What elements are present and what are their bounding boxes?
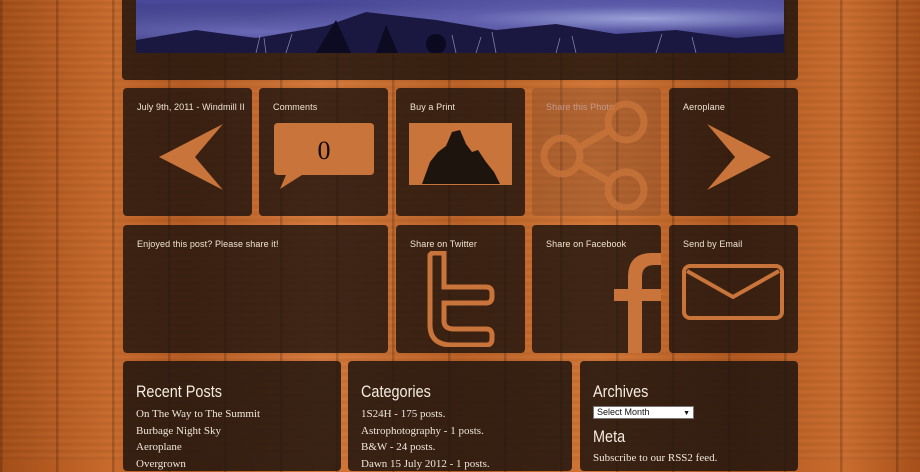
category-link[interactable]: Dawn 15 July 2012 - 1 posts. <box>361 456 490 472</box>
categories-widget: Categories 1S24H - 175 posts. Astrophoto… <box>348 361 572 471</box>
facebook-icon <box>608 247 661 353</box>
recent-posts-list: On The Way to The Summit Burbage Night S… <box>136 406 260 472</box>
share-prompt-tile: Enjoyed this post? Please share it! <box>123 225 388 353</box>
comment-count: 0 <box>273 136 375 166</box>
recent-posts-title: Recent Posts <box>136 382 222 402</box>
meta-list: Subscribe to our RSS2 feed. <box>593 450 717 467</box>
buy-print-label[interactable]: Buy a Print <box>410 102 455 112</box>
category-link[interactable]: 1S24H - 175 posts. <box>361 406 490 423</box>
main-photo <box>136 0 784 53</box>
print-icon <box>408 122 513 186</box>
facebook-tile[interactable]: Share on Facebook <box>532 225 661 353</box>
share-prompt-label: Enjoyed this post? Please share it! <box>137 239 279 249</box>
chevron-down-icon: ▼ <box>683 408 690 419</box>
archives-select-value: Select Month <box>597 407 650 417</box>
next-post-tile[interactable]: Aeroplane <box>669 88 798 216</box>
email-label[interactable]: Send by Email <box>683 239 742 249</box>
envelope-icon <box>681 263 785 321</box>
comments-label[interactable]: Comments <box>273 102 317 112</box>
prev-post-label[interactable]: July 9th, 2011 - Windmill II <box>137 102 245 112</box>
recent-post-link[interactable]: On The Way to The Summit <box>136 406 260 423</box>
category-link[interactable]: Astrophotography - 1 posts. <box>361 423 490 440</box>
arrow-right-icon <box>703 122 773 192</box>
next-post-label[interactable]: Aeroplane <box>683 102 725 112</box>
share-photo-tile[interactable]: Share this Photo <box>532 88 661 216</box>
buy-print-tile[interactable]: Buy a Print <box>396 88 525 216</box>
email-tile[interactable]: Send by Email <box>669 225 798 353</box>
recent-posts-widget: Recent Posts On The Way to The Summit Bu… <box>123 361 341 471</box>
archives-month-select[interactable]: Select Month ▼ <box>593 406 694 419</box>
arrow-left-icon <box>157 122 227 192</box>
share-icon <box>536 100 656 210</box>
meta-title: Meta <box>593 427 625 447</box>
recent-post-link[interactable]: Aeroplane <box>136 439 260 456</box>
twitter-tile[interactable]: Share on Twitter <box>396 225 525 353</box>
recent-post-link[interactable]: Overgrown <box>136 456 260 472</box>
recent-post-link[interactable]: Burbage Night Sky <box>136 423 260 440</box>
categories-title: Categories <box>361 382 431 402</box>
rss-link[interactable]: Subscribe to our RSS2 feed. <box>593 450 717 467</box>
categories-list: 1S24H - 175 posts. Astrophotography - 1 … <box>361 406 490 472</box>
photo-landscape <box>136 0 784 53</box>
twitter-icon <box>426 251 496 347</box>
archives-title: Archives <box>593 382 648 402</box>
prev-post-tile[interactable]: July 9th, 2011 - Windmill II <box>123 88 252 216</box>
category-link[interactable]: B&W - 24 posts. <box>361 439 490 456</box>
twitter-label[interactable]: Share on Twitter <box>410 239 477 249</box>
